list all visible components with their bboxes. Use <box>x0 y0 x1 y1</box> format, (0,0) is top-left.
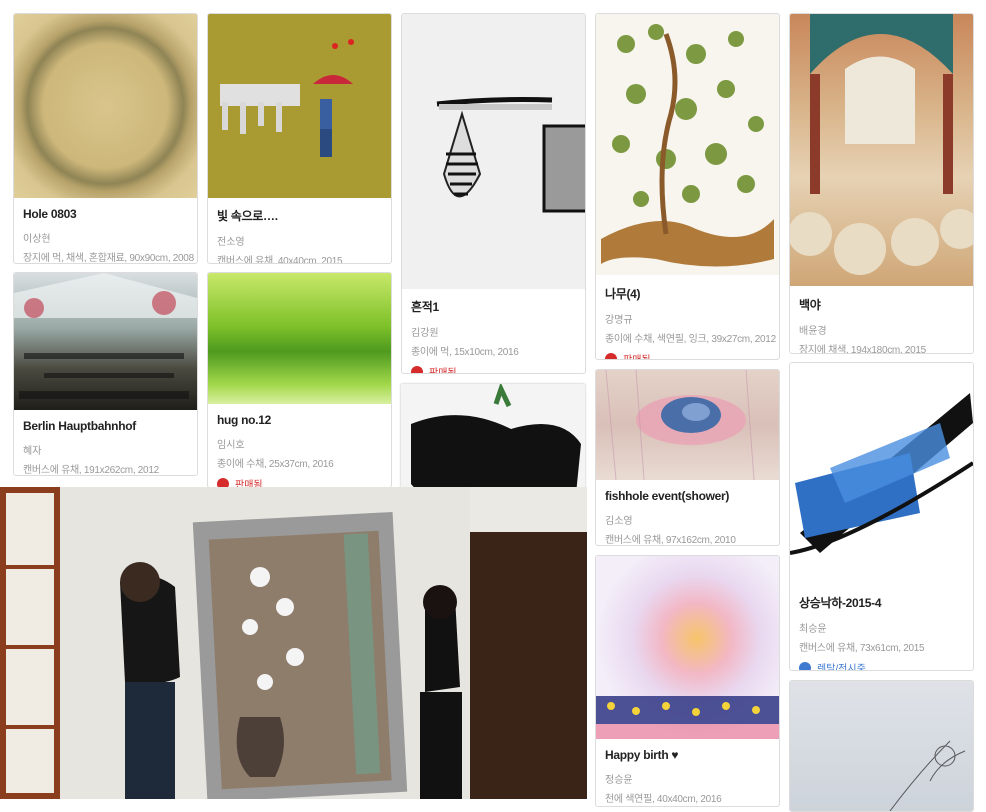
status-label: 렌탈/전시중 <box>817 664 866 671</box>
artist-name: 최승윤 <box>799 624 827 635</box>
artist-name: 이상현 <box>23 234 51 245</box>
artwork-title[interactable]: fishhole event(shower) <box>605 489 770 503</box>
artwork-title[interactable]: 백야 <box>799 296 964 313</box>
artwork-card[interactable]: Hole 0803 이상현 장지에 먹, 채색, 혼합재료, 90x90cm, … <box>13 13 198 264</box>
artwork-image[interactable] <box>596 370 779 481</box>
artwork-image[interactable] <box>790 363 973 585</box>
sale-status: 판매됨 <box>411 364 576 374</box>
artwork-title[interactable]: Hole 0803 <box>23 207 188 221</box>
artwork-card[interactable]: 백야 배윤경 장지에 채색, 194x180cm, 2015 <box>789 13 974 354</box>
artwork-illustration <box>220 39 354 157</box>
sale-status: 판매됨 <box>605 351 770 359</box>
gallery-photo <box>0 487 587 799</box>
artwork-meta: 장지에 채색, 194x180cm, 2015 <box>799 345 926 354</box>
sold-dot-icon <box>411 365 423 373</box>
artwork-image[interactable] <box>596 556 779 739</box>
artwork-card[interactable]: Berlin Hauptbahnhof 혜자 캔버스에 유채, 191x262c… <box>13 272 198 476</box>
artwork-image[interactable] <box>402 14 585 289</box>
artwork-card[interactable]: Happy birth ♥ 정승윤 천에 색연필, 40x40cm, 2016 <box>595 555 780 807</box>
artwork-illustration <box>14 273 197 399</box>
artwork-meta: 장지에 먹, 채색, 혼합재료, 90x90cm, 2008 <box>23 253 194 264</box>
artwork-title[interactable]: Berlin Hauptbahnhof <box>23 419 188 433</box>
rental-dot-icon <box>799 661 811 670</box>
artwork-illustration <box>605 370 755 481</box>
artwork-meta: 천에 색연필, 40x40cm, 2016 <box>605 794 722 805</box>
artwork-title[interactable]: Happy birth ♥ <box>605 748 770 762</box>
artist-name: 혜자 <box>23 446 42 457</box>
artwork-image[interactable] <box>208 14 391 198</box>
artwork-illustration <box>790 393 973 555</box>
artist-name: 김소영 <box>605 516 633 527</box>
artwork-image[interactable] <box>596 14 779 275</box>
artwork-title[interactable]: 상승낙하-2015-4 <box>799 594 964 611</box>
artwork-meta: 캔버스에 유채, 97x162cm, 2010 <box>605 535 736 546</box>
artwork-card[interactable]: 나무(4) 강명규 종이에 수채, 색연필, 잉크, 39x27cm, 2012… <box>595 13 780 360</box>
artwork-illustration <box>889 740 966 811</box>
artwork-card[interactable]: 상승낙하-2015-4 최승윤 캔버스에 유채, 73x61cm, 2015 렌… <box>789 362 974 671</box>
artwork-meta: 종이에 수채, 색연필, 잉크, 39x27cm, 2012 <box>605 334 776 345</box>
artist-name: 전소영 <box>217 237 245 248</box>
artwork-illustration <box>601 24 774 267</box>
artwork-meta: 캔버스에 유채, 40x40cm, 2015 <box>217 256 343 264</box>
artwork-image[interactable] <box>790 681 973 811</box>
artwork-card[interactable] <box>789 680 974 812</box>
artwork-meta: 캔버스에 유채, 191x262cm, 2012 <box>23 465 159 476</box>
artwork-card[interactable]: 흔적1 김강원 종이에 먹, 15x10cm, 2016 판매됨 <box>401 13 586 374</box>
artwork-card[interactable]: hug no.12 임시호 종이에 수채, 25x37cm, 2016 판매됨 <box>207 272 392 488</box>
artwork-image[interactable] <box>208 273 391 404</box>
artist-name: 배윤경 <box>799 326 827 337</box>
artwork-title[interactable]: 흔적1 <box>411 298 576 315</box>
artwork-card[interactable]: fishhole event(shower) 김소영 캔버스에 유채, 97x1… <box>595 369 780 546</box>
artwork-image[interactable] <box>14 14 197 198</box>
artwork-image[interactable] <box>790 14 973 286</box>
artwork-title[interactable]: 나무(4) <box>605 285 770 302</box>
artist-name: 임시호 <box>217 440 245 451</box>
artwork-meta: 종이에 수채, 25x37cm, 2016 <box>217 459 334 470</box>
artwork-illustration <box>790 14 973 275</box>
artwork-card[interactable]: 빛 속으로…. 전소영 캔버스에 유채, 40x40cm, 2015 <box>207 13 392 264</box>
status-label: 판매됨 <box>429 368 457 374</box>
photo-illustration <box>0 487 587 799</box>
status-label: 판매됨 <box>623 351 651 359</box>
artwork-meta: 캔버스에 유채, 73x61cm, 2015 <box>799 643 925 654</box>
sold-dot-icon <box>605 352 617 359</box>
artist-name: 강명규 <box>605 315 633 326</box>
artwork-meta: 종이에 먹, 15x10cm, 2016 <box>411 347 519 358</box>
artist-name: 김강원 <box>411 328 439 339</box>
artist-name: 정승윤 <box>605 775 633 786</box>
artwork-illustration <box>436 97 585 213</box>
artwork-image[interactable] <box>14 273 197 410</box>
artwork-title[interactable]: 빛 속으로…. <box>217 207 382 224</box>
artwork-title[interactable]: hug no.12 <box>217 413 382 427</box>
rental-status: 렌탈/전시중 <box>799 660 964 671</box>
artwork-illustration <box>596 696 779 739</box>
